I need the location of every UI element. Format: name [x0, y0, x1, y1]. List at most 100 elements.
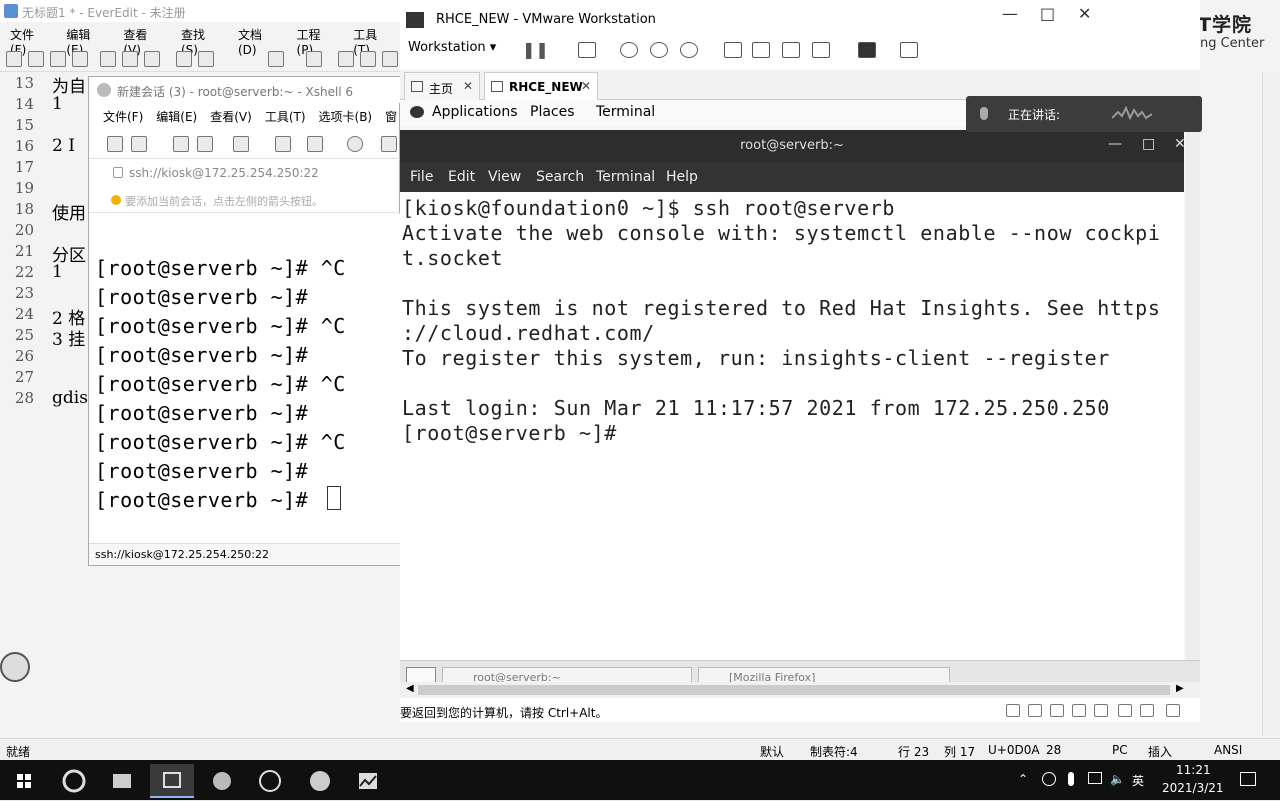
xs-menu-window[interactable]: 窗	[385, 105, 397, 127]
notification-icon[interactable]	[1240, 772, 1256, 786]
open-session-icon[interactable]	[131, 136, 147, 152]
close-tab-icon[interactable]: ✕	[463, 79, 473, 93]
gnome-applications[interactable]: Applications	[432, 104, 518, 120]
clock-time[interactable]: 11:21	[1176, 763, 1211, 777]
gt-menu-help[interactable]: Help	[666, 169, 698, 185]
snapshot-manager-icon[interactable]	[680, 42, 698, 58]
workstation-menu[interactable]: Workstation ▾	[408, 40, 496, 55]
replace-icon[interactable]	[360, 51, 376, 67]
thumbnail-view-icon[interactable]	[752, 42, 770, 58]
menu-edit[interactable]: 编辑(E)	[56, 24, 113, 57]
globe-icon[interactable]	[347, 136, 363, 152]
everedit-vertical-scrollbar[interactable]	[1262, 72, 1280, 736]
library-view-icon[interactable]	[724, 42, 742, 58]
xs-menu-tabs[interactable]: 选项卡(B)	[319, 105, 373, 127]
scroll-left-icon[interactable]: ◀	[406, 683, 414, 694]
copy-icon[interactable]	[233, 136, 249, 152]
taskbar-xshell[interactable]	[150, 764, 194, 798]
gt-menu-edit[interactable]: Edit	[448, 169, 475, 185]
menu-search[interactable]: 查找(S)	[171, 24, 228, 57]
new-session-icon[interactable]	[107, 136, 123, 152]
console-view-icon[interactable]	[858, 42, 876, 58]
close-tab-icon[interactable]: ✕	[581, 79, 591, 93]
connect-icon[interactable]	[173, 136, 189, 152]
taskbar-browser[interactable]	[298, 764, 342, 798]
status-insert-mode[interactable]: 插入	[1148, 743, 1172, 760]
message-icon[interactable]	[1166, 704, 1180, 717]
start-button[interactable]	[2, 764, 46, 798]
tray-expand-icon[interactable]: ⌃	[1018, 772, 1028, 786]
menu-tools[interactable]: 工具(T)	[343, 24, 400, 57]
disconnect-icon[interactable]	[197, 136, 213, 152]
status-line-ending[interactable]: PC	[1112, 743, 1128, 757]
taskbar-monitor[interactable]	[346, 764, 390, 798]
everedit-text-area[interactable]: 为自 1 2 I 使用 分区 1 2 格 3 挂 gdis	[50, 72, 90, 422]
pause-icon[interactable]: ❚❚	[522, 40, 549, 59]
gnome-places[interactable]: Places	[530, 104, 575, 120]
scroll-right-icon[interactable]: ▶	[1176, 683, 1184, 694]
tray-microphone-icon[interactable]	[1068, 772, 1074, 786]
unity-icon[interactable]	[812, 42, 830, 58]
redo-icon[interactable]	[198, 51, 214, 67]
undo-icon[interactable]	[176, 51, 192, 67]
guest-vertical-scrollbar[interactable]	[1186, 100, 1200, 660]
sound-icon[interactable]	[1094, 704, 1108, 717]
menu-document[interactable]: 文档(D)	[228, 24, 287, 57]
gt-menu-terminal[interactable]: Terminal	[596, 169, 655, 185]
xs-menu-edit[interactable]: 编辑(E)	[156, 105, 197, 127]
tab-rhce-new[interactable]: RHCE_NEW ✕	[484, 72, 598, 100]
tab-home[interactable]: 主页 ✕	[404, 72, 480, 100]
tray-app-icon[interactable]	[1042, 772, 1056, 786]
xs-menu-file[interactable]: 文件(F)	[103, 105, 143, 127]
taskbar-explorer[interactable]	[100, 764, 144, 798]
gnome-terminal-menu[interactable]: Terminal	[596, 104, 655, 120]
status-charset[interactable]: ANSI	[1214, 743, 1242, 757]
new-file-icon[interactable]	[6, 51, 22, 67]
xshell-terminal[interactable]: [root@serverb ~]# ^C [root@serverb ~]# […	[89, 214, 401, 544]
usb-icon[interactable]	[1118, 704, 1132, 717]
menu-view[interactable]: 查看(V)	[113, 24, 171, 57]
menu-file[interactable]: 文件(F)	[0, 24, 56, 57]
cd-icon[interactable]	[1028, 704, 1042, 717]
properties-icon[interactable]	[307, 136, 323, 152]
taskbar-firefox[interactable]	[200, 764, 244, 798]
printer-icon[interactable]	[1072, 704, 1086, 717]
display-icon[interactable]	[1140, 704, 1154, 717]
network-icon[interactable]	[1050, 704, 1064, 717]
guest-display[interactable]: Applications Places Terminal root@server…	[400, 100, 1200, 684]
snapshot-icon[interactable]	[620, 42, 638, 58]
gt-menu-search[interactable]: Search	[536, 169, 584, 185]
network-icon[interactable]	[1088, 772, 1102, 784]
xs-menu-tools[interactable]: 工具(T)	[265, 105, 306, 127]
full-screen-icon[interactable]	[782, 42, 800, 58]
revert-snapshot-icon[interactable]	[650, 42, 668, 58]
scroll-nav-icon[interactable]	[0, 652, 30, 682]
close-icon[interactable]: ✕	[1174, 136, 1186, 152]
gt-menu-view[interactable]: View	[488, 169, 521, 185]
status-tab-size[interactable]: 制表符:4	[810, 743, 858, 760]
maximize-icon[interactable]: □	[1142, 136, 1155, 152]
minimize-icon[interactable]: —	[1002, 4, 1018, 23]
taskbar-edge[interactable]	[52, 764, 96, 798]
copy-icon[interactable]	[122, 51, 138, 67]
format-icon[interactable]	[268, 51, 284, 67]
gt-menu-file[interactable]: File	[410, 169, 433, 185]
xshell-address-bar[interactable]: ssh://kiosk@172.25.254.250:22	[89, 161, 401, 185]
ime-indicator[interactable]: 英	[1132, 772, 1144, 789]
paste-icon[interactable]	[144, 51, 160, 67]
taskbar-vmware[interactable]	[248, 764, 292, 798]
bookmark-icon[interactable]	[382, 51, 398, 67]
menu-project[interactable]: 工程(P)	[287, 24, 344, 57]
list-icon[interactable]	[306, 51, 322, 67]
send-keys-icon[interactable]	[578, 42, 596, 58]
status-encoding[interactable]: 默认	[760, 743, 784, 760]
open-file-icon[interactable]	[28, 51, 44, 67]
guest-horizontal-scrollbar[interactable]: ◀ ▶	[400, 682, 1200, 698]
script-icon[interactable]	[381, 136, 397, 152]
cut-icon[interactable]	[100, 51, 116, 67]
find-icon[interactable]	[275, 136, 291, 152]
scroll-thumb[interactable]	[418, 685, 1170, 695]
volume-icon[interactable]: 🔈	[1110, 772, 1125, 786]
minimize-icon[interactable]: —	[1108, 136, 1122, 152]
clock-date[interactable]: 2021/3/21	[1162, 781, 1224, 795]
